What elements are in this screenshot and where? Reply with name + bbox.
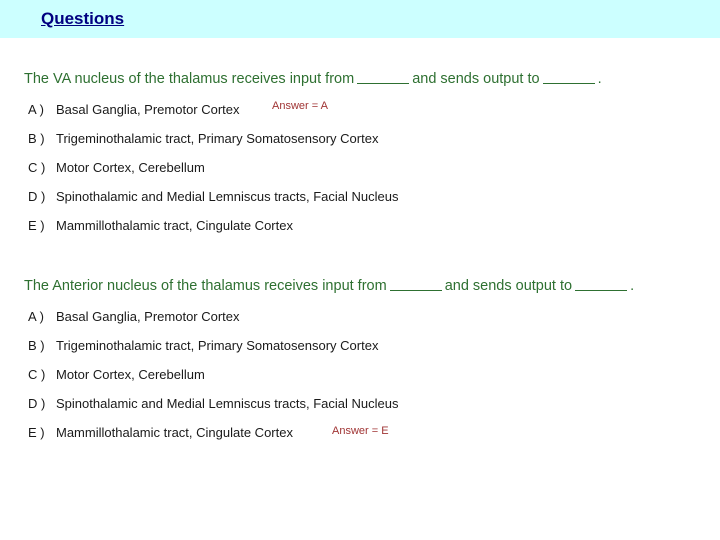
- option-row[interactable]: D ) Spinothalamic and Medial Lemniscus t…: [0, 396, 720, 425]
- question-stem-2-part1: The Anterior nucleus of the thalamus rec…: [24, 278, 387, 294]
- question-stem-2-part2: and sends output to: [444, 278, 573, 294]
- answer-annotation-1: Answer = A: [272, 100, 328, 112]
- page-title: Questions: [41, 9, 125, 28]
- option-row[interactable]: E ) Mammillothalamic tract, Cingulate Co…: [0, 218, 720, 247]
- option-row[interactable]: B ) Trigeminothalamic tract, Primary Som…: [0, 338, 720, 367]
- option-row[interactable]: A ) Basal Ganglia, Premotor Cortex: [0, 309, 720, 338]
- option-list-1: A ) Basal Ganglia, Premotor Cortex Answe…: [0, 100, 720, 247]
- option-letter: E ): [28, 218, 45, 233]
- option-row[interactable]: C ) Motor Cortex, Cerebellum: [0, 367, 720, 396]
- question-block-2: The Anterior nucleus of the thalamus rec…: [0, 277, 720, 454]
- option-text: Mammillothalamic tract, Cingulate Cortex: [56, 218, 293, 233]
- option-text: Motor Cortex, Cerebellum: [56, 367, 205, 382]
- option-letter: D ): [28, 189, 46, 204]
- header-band: Questions: [0, 0, 720, 38]
- question-blank-2b: [575, 278, 628, 291]
- question-blank-2a: [389, 278, 442, 291]
- option-row[interactable]: C ) Motor Cortex, Cerebellum: [0, 160, 720, 189]
- option-letter: B ): [28, 131, 45, 146]
- answer-annotation-2: Answer = E: [332, 425, 389, 437]
- question-stem-1-part2: and sends output to: [412, 71, 540, 87]
- option-text: Spinothalamic and Medial Lemniscus tract…: [56, 189, 399, 204]
- option-letter: A ): [28, 309, 44, 324]
- option-text: Motor Cortex, Cerebellum: [56, 160, 205, 175]
- option-text: Trigeminothalamic tract, Primary Somatos…: [56, 131, 379, 146]
- option-text: Spinothalamic and Medial Lemniscus tract…: [56, 396, 399, 411]
- option-letter: E ): [28, 425, 45, 440]
- option-row[interactable]: B ) Trigeminothalamic tract, Primary Som…: [0, 131, 720, 160]
- option-row[interactable]: E ) Mammillothalamic tract, Cingulate Co…: [0, 425, 720, 454]
- question-blank-1a: [357, 71, 410, 84]
- content-area: The VA nucleus of the thalamus receives …: [0, 38, 720, 540]
- option-letter: B ): [28, 338, 45, 353]
- question-stem-2-part3: .: [630, 278, 635, 294]
- option-letter: A ): [28, 102, 44, 117]
- question-stem-1-part3: .: [597, 71, 602, 87]
- option-text: Trigeminothalamic tract, Primary Somatos…: [56, 338, 379, 353]
- option-letter: C ): [28, 367, 46, 382]
- option-list-2: A ) Basal Ganglia, Premotor Cortex B ) T…: [0, 309, 720, 454]
- option-text: Basal Ganglia, Premotor Cortex: [56, 309, 240, 324]
- question-blank-1b: [542, 71, 595, 84]
- question-block-1: The VA nucleus of the thalamus receives …: [0, 70, 720, 247]
- option-letter: C ): [28, 160, 46, 175]
- option-text: Basal Ganglia, Premotor Cortex: [56, 102, 240, 117]
- question-stem-2: The Anterior nucleus of the thalamus rec…: [24, 277, 720, 295]
- option-text: Mammillothalamic tract, Cingulate Cortex: [56, 425, 293, 440]
- option-letter: D ): [28, 396, 46, 411]
- question-stem-1-part1: The VA nucleus of the thalamus receives …: [24, 71, 355, 87]
- option-row[interactable]: A ) Basal Ganglia, Premotor Cortex Answe…: [0, 100, 720, 131]
- option-row[interactable]: D ) Spinothalamic and Medial Lemniscus t…: [0, 189, 720, 218]
- question-stem-1: The VA nucleus of the thalamus receives …: [24, 70, 720, 88]
